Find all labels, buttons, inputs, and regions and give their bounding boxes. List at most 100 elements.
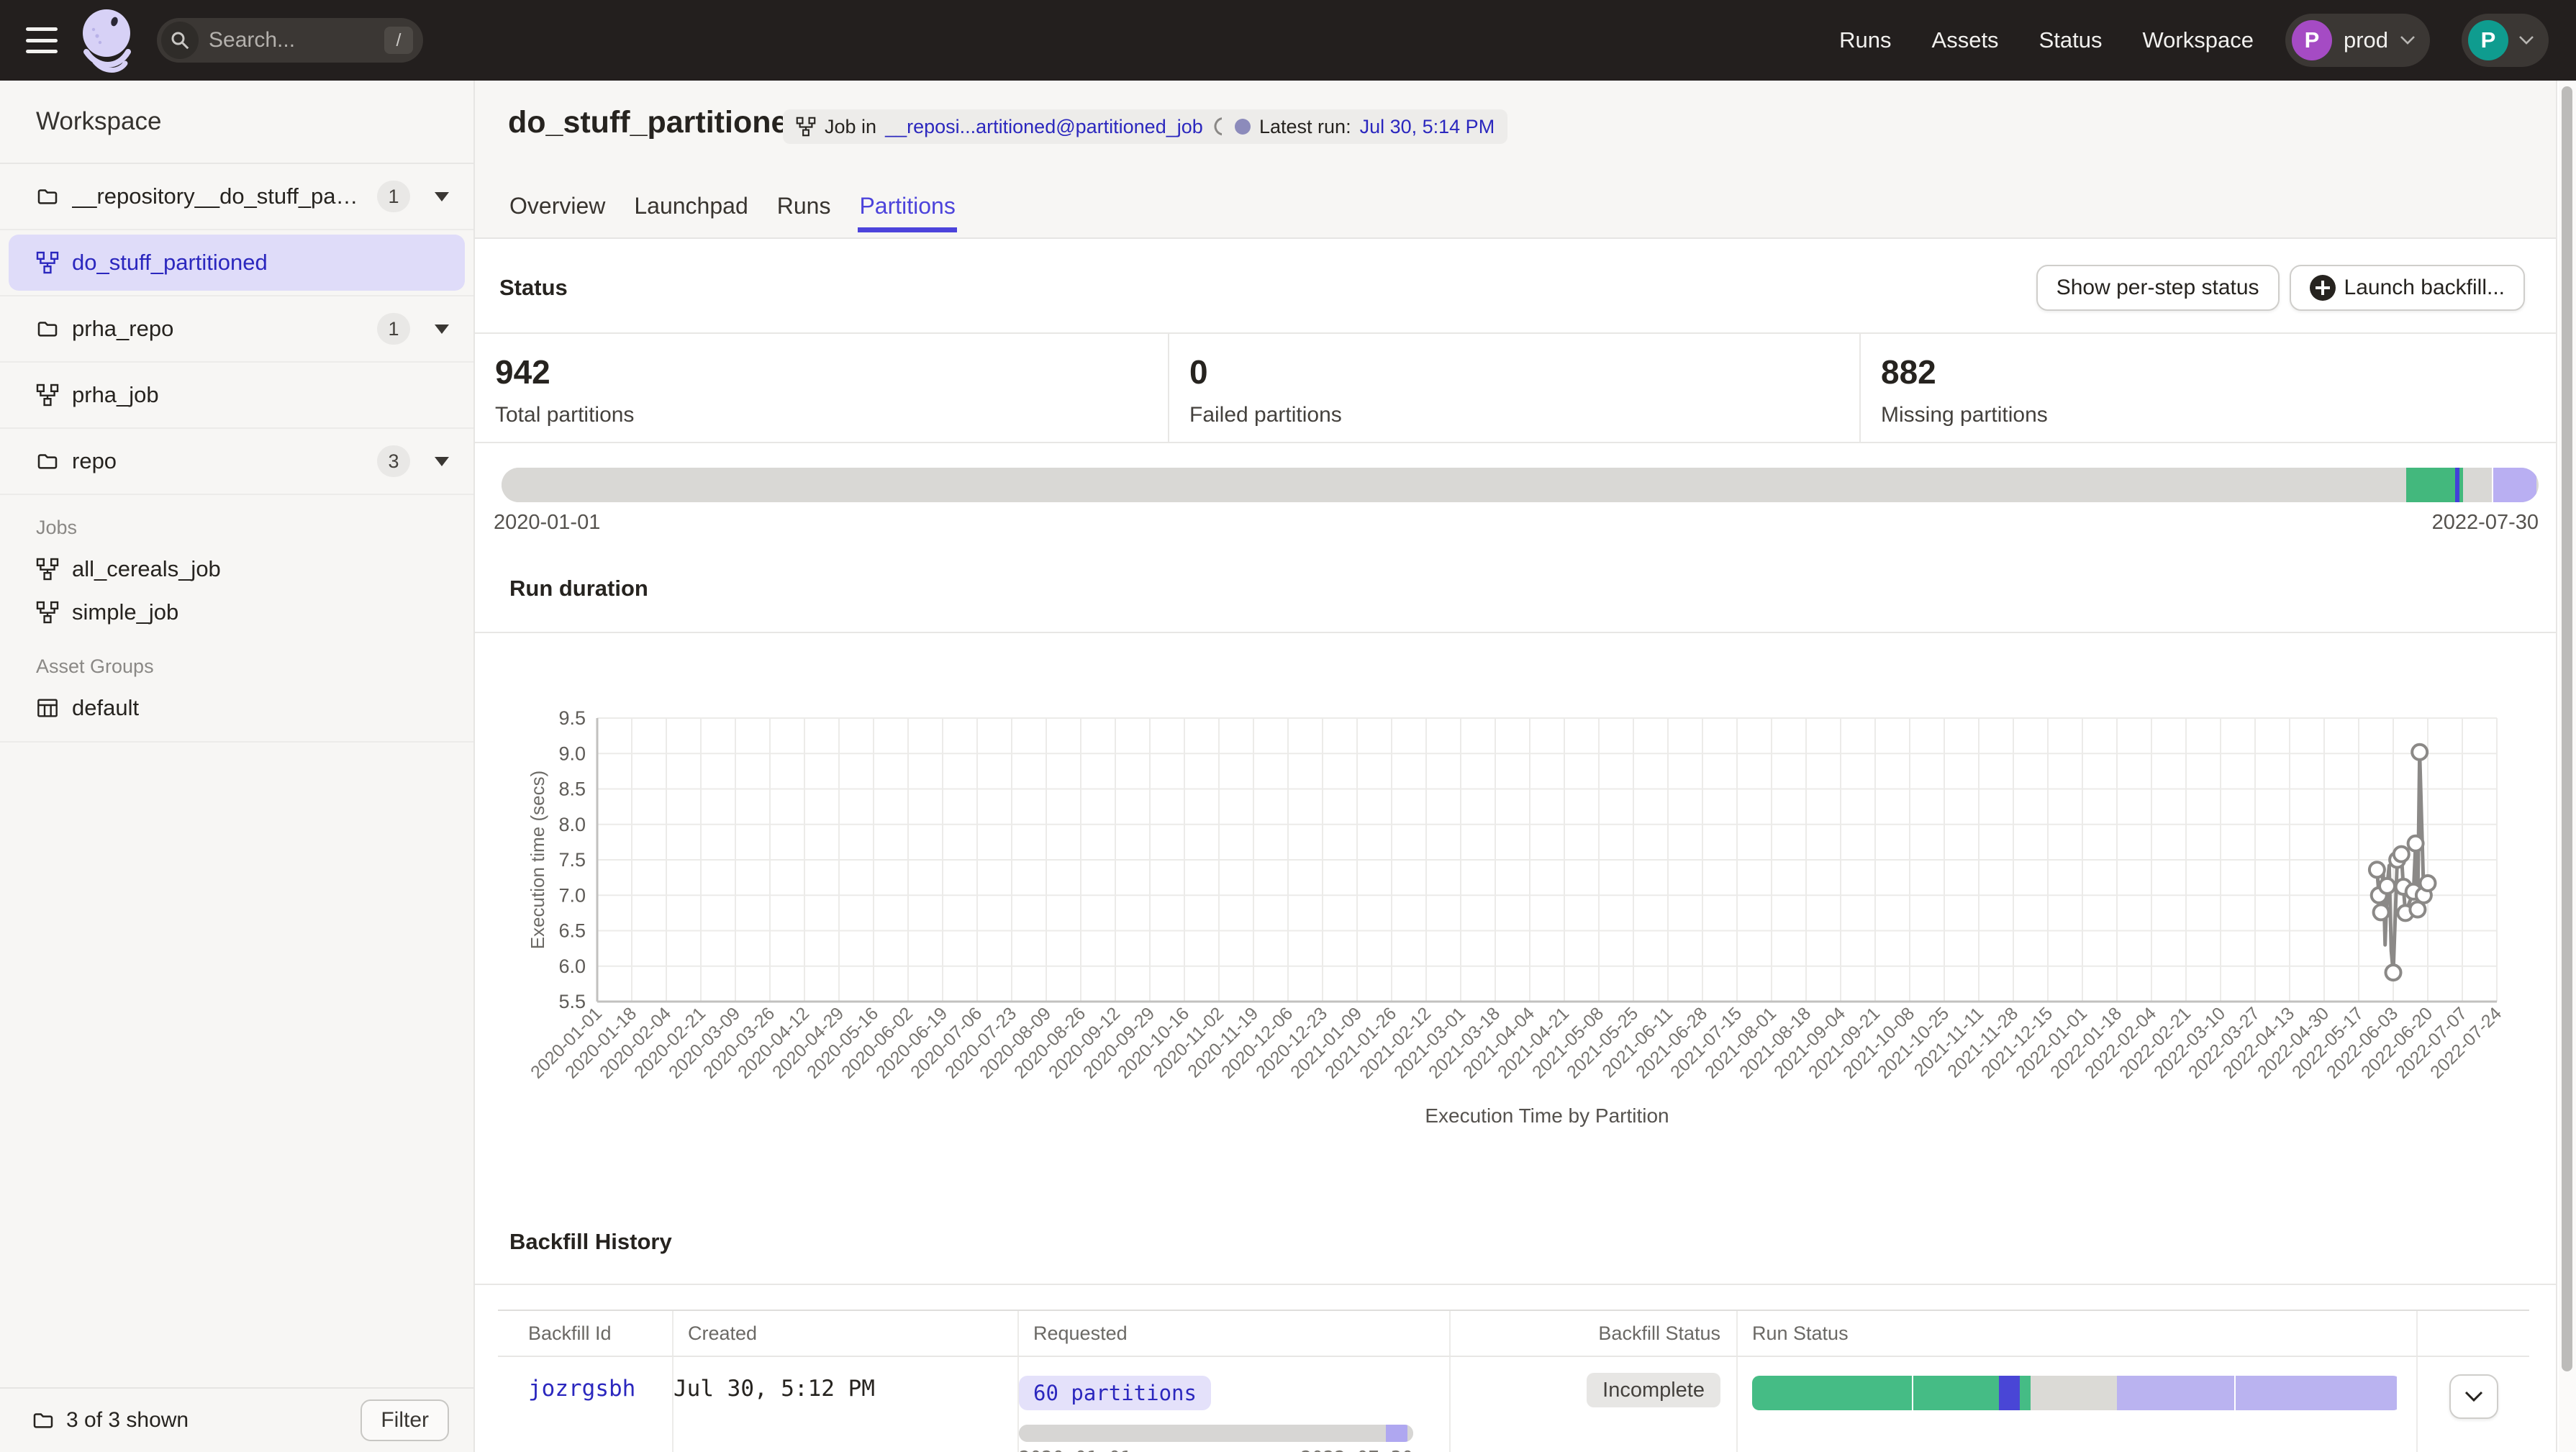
latest-run-badge: Latest run: Jul 30, 5:14 PM: [1222, 109, 1507, 144]
requested-partitions-badge[interactable]: 60 partitions: [1019, 1376, 1211, 1410]
nav-link-workspace[interactable]: Workspace: [2142, 27, 2254, 53]
requested-range-dates: 2020-01-01 2022-07-30: [1019, 1448, 1413, 1452]
global-search[interactable]: /: [157, 18, 423, 63]
plus-icon: [2310, 275, 2336, 301]
bar-segment: [1752, 1376, 1913, 1410]
latest-run-label: Latest run:: [1259, 116, 1351, 138]
caret-down-icon[interactable]: [435, 325, 449, 334]
run-status-bar[interactable]: [1752, 1376, 2400, 1410]
nav-link-runs[interactable]: Runs: [1839, 27, 1891, 53]
bar-segment: [1019, 1425, 1386, 1442]
sidebar-item-label: simple_job: [72, 599, 178, 625]
main-content: do_stuff_partitioned Job in __reposi...a…: [475, 81, 2557, 1452]
caret-down-icon[interactable]: [435, 457, 449, 466]
y-tick-label: 8.5: [558, 779, 586, 800]
bar-segment: [1386, 1425, 1408, 1442]
y-tick-label: 7.0: [558, 884, 586, 906]
job-origin-badge: Job in __reposi...artitioned@partitioned…: [783, 109, 1246, 144]
tab-runs[interactable]: Runs: [776, 193, 833, 231]
item-count-badge: 1: [377, 313, 410, 345]
backfill-status-badge: Incomplete: [1587, 1373, 1720, 1452]
y-tick-label: 5.5: [558, 991, 586, 1012]
created-value: Jul 30, 5:12 PM: [674, 1376, 875, 1402]
bar-segment: [2463, 468, 2493, 502]
cell-created: Jul 30, 5:12 PM: [672, 1357, 1017, 1452]
tab-partitions[interactable]: Partitions: [858, 193, 956, 231]
data-point-marker: [2374, 904, 2389, 920]
sidebar-item-prha-repo[interactable]: prha_repo 1: [0, 296, 473, 363]
sidebar-item-label: prha_job: [72, 382, 449, 408]
stat-value: 942: [495, 353, 1168, 391]
chevron-down-icon: [2518, 35, 2534, 45]
search-input[interactable]: [209, 28, 384, 53]
tab-overview[interactable]: Overview: [508, 193, 607, 231]
column-header-requested: Requested: [1017, 1311, 1449, 1356]
menu-icon[interactable]: [26, 27, 58, 53]
search-icon: [161, 22, 199, 59]
data-point-marker: [2369, 862, 2385, 877]
nav-link-status[interactable]: Status: [2039, 27, 2103, 53]
sidebar-item-label: do_stuff_partitioned: [72, 250, 465, 276]
expand-row-button[interactable]: [2449, 1374, 2498, 1419]
sidebar-divider: [0, 741, 473, 743]
table-row: jozrgsbh Jul 30, 5:12 PM 60 partitions 2…: [498, 1357, 2529, 1452]
deployment-switcher[interactable]: P prod: [2285, 14, 2430, 67]
sidebar-item-repo[interactable]: repo 3: [0, 429, 473, 495]
user-avatar: P: [2468, 20, 2508, 60]
sidebar-item-label: prha_repo: [72, 316, 364, 342]
asset-group-icon: [36, 696, 59, 720]
folder-icon: [36, 185, 59, 208]
cell-actions: [2416, 1357, 2529, 1452]
job-icon: [36, 384, 59, 407]
run-status-dot: [1235, 119, 1251, 135]
latest-run-link[interactable]: Jul 30, 5:14 PM: [1360, 116, 1495, 138]
sidebar-item-all_cereals_job[interactable]: all_cereals_job: [0, 548, 473, 591]
sidebar-item-simple_job[interactable]: simple_job: [0, 591, 473, 634]
user-menu[interactable]: P: [2462, 14, 2549, 67]
tab-launchpad[interactable]: Launchpad: [632, 193, 749, 231]
column-header-backfill-status: Backfill Status: [1449, 1311, 1736, 1356]
requested-range-start: 2020-01-01: [1019, 1448, 1132, 1452]
column-header-created: Created: [672, 1311, 1017, 1356]
scrollbar-thumb[interactable]: [2562, 86, 2572, 1371]
sidebar-item-default[interactable]: default: [0, 686, 473, 730]
launch-backfill-label: Launch backfill...: [2344, 276, 2505, 300]
sidebar-item-prha-job[interactable]: prha_job: [0, 363, 473, 429]
page-scrollbar[interactable]: [2559, 81, 2576, 1452]
column-header-actions: [2416, 1311, 2529, 1356]
sidebar-section-asset-groups: Asset Groups: [0, 634, 473, 686]
run-duration-title: Run duration: [509, 576, 648, 602]
cell-run-status: [1736, 1357, 2416, 1452]
backfill-id-link[interactable]: jozrgsbh: [528, 1376, 635, 1402]
partition-range: 2020-01-01 2022-07-30: [494, 511, 2539, 535]
nav-link-assets[interactable]: Assets: [1932, 27, 1999, 53]
item-count-badge: 3: [377, 445, 410, 477]
filter-button[interactable]: Filter: [360, 1399, 449, 1441]
job-origin-link[interactable]: __reposi...artitioned@partitioned_job: [885, 116, 1203, 138]
run-duration-chart: 2020-01-012020-01-182020-02-042020-02-21…: [475, 656, 2556, 1160]
page-tabs: Overview Launchpad Runs Partitions: [508, 186, 957, 237]
sidebar-item-label: repo: [72, 448, 364, 474]
stat-missing-partitions: 882Missing partitions: [1859, 334, 2556, 442]
column-header-run-status: Run Status: [1736, 1311, 2416, 1356]
sidebar-item--repository-do-stuff-partitio-[interactable]: __repository__do_stuff_partitio...1: [0, 164, 473, 230]
launch-backfill-button[interactable]: Launch backfill...: [2290, 265, 2525, 311]
repos-shown-count: 3 of 3 shown: [66, 1408, 360, 1433]
sidebar-title: Workspace: [0, 81, 473, 164]
y-tick-label: 7.5: [558, 849, 586, 871]
bar-segment: [1999, 1376, 2020, 1410]
sidebar-item-label: default: [72, 695, 139, 721]
bar-segment: [1913, 1376, 1999, 1410]
job-icon: [796, 117, 816, 137]
show-per-step-status-button[interactable]: Show per-step status: [2036, 265, 2280, 311]
job-icon: [36, 601, 59, 624]
bar-segment: [2236, 1376, 2397, 1410]
sidebar-item-do-stuff-partitioned[interactable]: do_stuff_partitioned: [0, 230, 473, 296]
data-point-marker: [2412, 745, 2427, 760]
search-shortcut-key: /: [384, 27, 413, 54]
partition-status-bar[interactable]: [502, 468, 2539, 502]
dagster-logo-icon[interactable]: [78, 7, 135, 73]
bar-segment: [2493, 468, 2536, 502]
deployment-avatar: P: [2292, 20, 2332, 60]
caret-down-icon[interactable]: [435, 192, 449, 201]
